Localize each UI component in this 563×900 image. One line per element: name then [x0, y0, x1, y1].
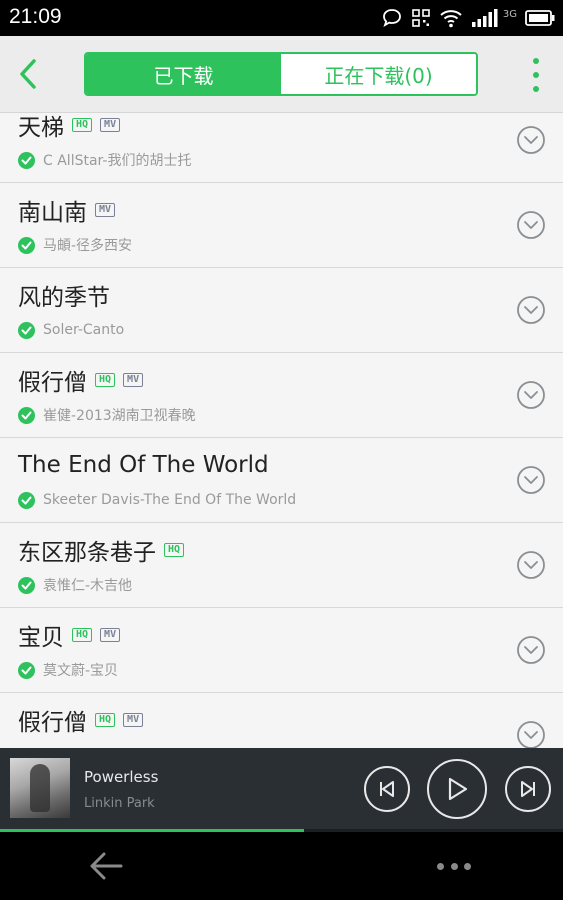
mini-player[interactable]: Powerless Linkin Park [0, 748, 563, 832]
song-subtitle-line: 马頔-径多西安 [18, 235, 132, 255]
hq-badge: HQ [164, 543, 185, 557]
chevron-left-icon [20, 59, 36, 89]
expand-chevron-icon[interactable] [516, 720, 546, 748]
song-title-line: 假行僧 HQ MV [18, 703, 144, 737]
status-bar: 21:09 3G [0, 0, 563, 36]
expand-chevron-icon[interactable] [516, 295, 546, 325]
downloaded-check-icon [18, 236, 35, 254]
download-tabs: 已下载 正在下载(0) [84, 52, 478, 96]
song-subtitle-line: 崔健-2013湖南卫视春晚 [18, 405, 196, 425]
play-icon [448, 777, 468, 801]
song-title-line: 宝贝 HQ MV [18, 618, 121, 652]
expand-chevron-icon[interactable] [516, 465, 546, 495]
downloaded-check-icon [18, 661, 35, 679]
song-row[interactable]: 南山南 MV 马頔-径多西安 [0, 183, 563, 268]
song-title: 风的季节 [18, 285, 110, 311]
back-button[interactable] [8, 52, 48, 96]
song-title-line: The End Of The World [18, 448, 269, 482]
song-subtitle-line: Skeeter Davis-The End Of The World [18, 490, 296, 510]
song-row[interactable]: 宝贝 HQ MV 莫文蔚-宝贝 [0, 608, 563, 693]
song-title: 天梯 [18, 115, 64, 141]
mv-badge[interactable]: MV [95, 203, 116, 217]
song-subtitle-line: 莫文蔚-宝贝 [18, 660, 118, 680]
system-back-icon[interactable] [88, 850, 124, 882]
tab-downloading[interactable]: 正在下载(0) [281, 54, 476, 94]
battery-icon [525, 10, 555, 26]
song-artist-album: Soler-Canto [43, 322, 125, 338]
play-button[interactable] [427, 759, 487, 819]
previous-button[interactable] [364, 766, 410, 812]
downloaded-check-icon [18, 576, 35, 594]
player-song-title: Powerless [84, 768, 159, 786]
downloaded-check-icon [18, 406, 35, 424]
expand-chevron-icon[interactable] [516, 635, 546, 665]
song-row[interactable]: The End Of The World Skeeter Davis-The En… [0, 438, 563, 523]
song-subtitle-line: 袁惟仁-木吉他 [18, 575, 132, 595]
song-title-line: 风的季节 [18, 278, 110, 312]
signal-icon [471, 9, 498, 27]
expand-chevron-icon[interactable] [516, 380, 546, 410]
song-title-line: 南山南 MV [18, 193, 116, 227]
hq-badge: HQ [95, 373, 116, 387]
mv-badge[interactable]: MV [100, 628, 121, 642]
song-subtitle-line: Soler-Canto [18, 320, 124, 340]
song-title-line: 东区那条巷子 HQ [18, 533, 185, 567]
song-artist-album: 莫文蔚-宝贝 [43, 663, 119, 679]
song-row[interactable]: 天梯 HQ MV C AllStar-我们的胡士托 [0, 113, 563, 183]
expand-chevron-icon[interactable] [516, 210, 546, 240]
downloaded-check-icon [18, 321, 35, 339]
hq-badge: HQ [72, 118, 93, 132]
song-artist-album: 袁惟仁-木吉他 [43, 578, 133, 594]
song-row[interactable]: 假行僧 HQ MV [0, 693, 563, 748]
mv-badge[interactable]: MV [100, 118, 121, 132]
song-title: 东区那条巷子 [18, 540, 156, 566]
network-type-label: 3G [502, 9, 517, 20]
song-row[interactable]: 风的季节 Soler-Canto [0, 268, 563, 353]
mv-badge[interactable]: MV [123, 373, 144, 387]
song-artist-album: 崔健-2013湖南卫视春晚 [43, 408, 196, 424]
song-row[interactable]: 假行僧 HQ MV 崔健-2013湖南卫视春晚 [0, 353, 563, 438]
song-subtitle-line: C AllStar-我们的胡士托 [18, 150, 191, 170]
header: 已下载 正在下载(0) [0, 36, 563, 113]
tab-downloaded[interactable]: 已下载 [86, 54, 281, 94]
player-artist: Linkin Park [84, 796, 155, 811]
song-title: 假行僧 [18, 710, 87, 736]
system-nav-bar [0, 832, 563, 900]
song-title-line: 假行僧 HQ MV [18, 363, 144, 397]
system-menu-icon[interactable] [437, 860, 471, 872]
expand-chevron-icon[interactable] [516, 550, 546, 580]
more-vertical-icon[interactable] [529, 58, 543, 92]
expand-chevron-icon[interactable] [516, 125, 546, 155]
skip-next-icon [521, 781, 535, 797]
song-title: 宝贝 [18, 625, 64, 651]
album-cover[interactable] [10, 758, 70, 818]
hq-badge: HQ [72, 628, 93, 642]
downloaded-check-icon [18, 491, 35, 509]
next-button[interactable] [505, 766, 551, 812]
song-title: 假行僧 [18, 370, 87, 396]
song-title-line: 天梯 HQ MV [18, 113, 121, 142]
downloaded-song-list: 天梯 HQ MV C AllStar-我们的胡士托南山南 MV 马頔-径多西安风的季节 So… [0, 113, 563, 748]
skip-previous-icon [380, 781, 394, 797]
status-time: 21:09 [9, 5, 62, 28]
wifi-icon [440, 10, 462, 28]
chat-bubble-icon [382, 9, 401, 27]
song-artist-album: Skeeter Davis-The End Of The World [43, 492, 297, 508]
song-artist-album: C AllStar-我们的胡士托 [43, 153, 192, 169]
song-row[interactable]: 东区那条巷子 HQ 袁惟仁-木吉他 [0, 523, 563, 608]
song-title: 南山南 [18, 200, 87, 226]
qr-icon [412, 9, 430, 27]
song-title: The End Of The World [18, 452, 269, 478]
mv-badge[interactable]: MV [123, 713, 144, 727]
downloaded-check-icon [18, 151, 35, 169]
hq-badge: HQ [95, 713, 116, 727]
status-icons: 3G [381, 5, 555, 31]
song-artist-album: 马頔-径多西安 [43, 238, 133, 254]
